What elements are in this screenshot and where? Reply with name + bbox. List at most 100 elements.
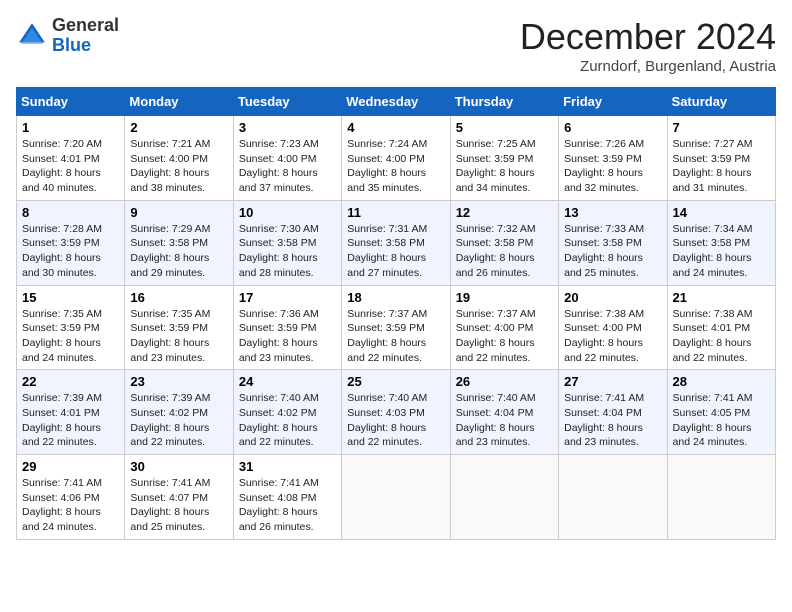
daylight-text: Daylight: 8 hoursand 25 minutes. (130, 505, 227, 534)
day-info: Sunrise: 7:23 AMSunset: 4:00 PMDaylight:… (239, 137, 336, 196)
calendar-cell: 23Sunrise: 7:39 AMSunset: 4:02 PMDayligh… (125, 370, 233, 455)
day-number: 8 (22, 205, 119, 220)
daylight-text: Daylight: 8 hoursand 23 minutes. (130, 336, 227, 365)
sunrise-text: Sunrise: 7:41 AM (239, 476, 336, 491)
sunset-text: Sunset: 3:58 PM (564, 236, 661, 251)
daylight-text: Daylight: 8 hoursand 23 minutes. (239, 336, 336, 365)
calendar-cell: 26Sunrise: 7:40 AMSunset: 4:04 PMDayligh… (450, 370, 558, 455)
day-number: 3 (239, 120, 336, 135)
sunset-text: Sunset: 4:04 PM (564, 406, 661, 421)
day-info: Sunrise: 7:32 AMSunset: 3:58 PMDaylight:… (456, 222, 553, 281)
day-number: 30 (130, 459, 227, 474)
day-info: Sunrise: 7:20 AMSunset: 4:01 PMDaylight:… (22, 137, 119, 196)
day-info: Sunrise: 7:41 AMSunset: 4:04 PMDaylight:… (564, 391, 661, 450)
day-info: Sunrise: 7:41 AMSunset: 4:08 PMDaylight:… (239, 476, 336, 535)
day-number: 23 (130, 374, 227, 389)
daylight-text: Daylight: 8 hoursand 22 minutes. (347, 421, 444, 450)
sunset-text: Sunset: 3:58 PM (130, 236, 227, 251)
calendar-cell (667, 455, 775, 540)
sunrise-text: Sunrise: 7:41 AM (564, 391, 661, 406)
sunset-text: Sunset: 4:00 PM (347, 152, 444, 167)
daylight-text: Daylight: 8 hoursand 35 minutes. (347, 166, 444, 195)
daylight-text: Daylight: 8 hoursand 26 minutes. (239, 505, 336, 534)
day-info: Sunrise: 7:30 AMSunset: 3:58 PMDaylight:… (239, 222, 336, 281)
day-number: 9 (130, 205, 227, 220)
sunset-text: Sunset: 3:58 PM (673, 236, 770, 251)
daylight-text: Daylight: 8 hoursand 22 minutes. (456, 336, 553, 365)
calendar-cell: 18 Sunrise: 7:37 AMSunset: 3:59 PMDayligh… (342, 285, 450, 370)
sunrise-text: Sunrise: 7:40 AM (347, 391, 444, 406)
calendar-cell: 20Sunrise: 7:38 AMSunset: 4:00 PMDayligh… (559, 285, 667, 370)
calendar-cell: 17Sunrise: 7:36 AMSunset: 3:59 PMDayligh… (233, 285, 341, 370)
day-number: 20 (564, 290, 661, 305)
day-info: Sunrise: 7:34 AMSunset: 3:58 PMDaylight:… (673, 222, 770, 281)
sunrise-text: Sunrise: 7:28 AM (22, 222, 119, 237)
weekday-header-monday: Monday (125, 88, 233, 116)
day-info: Sunrise: 7:37 AMSunset: 3:59 PMDaylight:… (347, 307, 444, 366)
day-number: 13 (564, 205, 661, 220)
daylight-text: Daylight: 8 hoursand 22 minutes. (239, 421, 336, 450)
day-number: 22 (22, 374, 119, 389)
daylight-text: Daylight: 8 hoursand 38 minutes. (130, 166, 227, 195)
sunrise-text: Sunrise: 7:27 AM (673, 137, 770, 152)
month-title: December 2024 (520, 16, 776, 58)
sunrise-text: Sunrise: 7:39 AM (22, 391, 119, 406)
day-number: 2 (130, 120, 227, 135)
sunset-text: Sunset: 4:00 PM (130, 152, 227, 167)
sunset-text: Sunset: 3:58 PM (239, 236, 336, 251)
calendar-cell: 21 Sunrise: 7:38 AMSunset: 4:01 PMDayligh… (667, 285, 775, 370)
day-number: 11 (347, 205, 444, 220)
calendar-cell: 3 Sunrise: 7:23 AMSunset: 4:00 PMDaylight… (233, 116, 341, 201)
sunset-text: Sunset: 4:04 PM (456, 406, 553, 421)
daylight-text: Daylight: 8 hoursand 22 minutes. (564, 336, 661, 365)
day-number: 25 (347, 374, 444, 389)
calendar-cell: 6Sunrise: 7:26 AMSunset: 3:59 PMDaylight… (559, 116, 667, 201)
day-number: 10 (239, 205, 336, 220)
sunset-text: Sunset: 3:58 PM (456, 236, 553, 251)
day-number: 21 (673, 290, 770, 305)
page-header: General Blue December 2024 Zurndorf, Bur… (16, 16, 776, 75)
calendar-cell: 27Sunrise: 7:41 AMSunset: 4:04 PMDayligh… (559, 370, 667, 455)
daylight-text: Daylight: 8 hoursand 29 minutes. (130, 251, 227, 280)
calendar-cell: 19Sunrise: 7:37 AMSunset: 4:00 PMDayligh… (450, 285, 558, 370)
logo: General Blue (16, 16, 119, 56)
day-number: 4 (347, 120, 444, 135)
title-block: December 2024 Zurndorf, Burgenland, Aust… (520, 16, 776, 75)
day-info: Sunrise: 7:26 AMSunset: 3:59 PMDaylight:… (564, 137, 661, 196)
day-number: 18 (347, 290, 444, 305)
daylight-text: Daylight: 8 hoursand 37 minutes. (239, 166, 336, 195)
calendar-cell: 13Sunrise: 7:33 AMSunset: 3:58 PMDayligh… (559, 200, 667, 285)
calendar-cell (559, 455, 667, 540)
day-info: Sunrise: 7:40 AMSunset: 4:03 PMDaylight:… (347, 391, 444, 450)
sunset-text: Sunset: 4:03 PM (347, 406, 444, 421)
daylight-text: Daylight: 8 hoursand 24 minutes. (22, 505, 119, 534)
day-info: Sunrise: 7:36 AMSunset: 3:59 PMDaylight:… (239, 307, 336, 366)
sunset-text: Sunset: 4:08 PM (239, 491, 336, 506)
calendar-week-3: 15Sunrise: 7:35 AMSunset: 3:59 PMDayligh… (17, 285, 776, 370)
sunset-text: Sunset: 4:00 PM (456, 321, 553, 336)
day-info: Sunrise: 7:37 AMSunset: 4:00 PMDaylight:… (456, 307, 553, 366)
calendar-cell: 12Sunrise: 7:32 AMSunset: 3:58 PMDayligh… (450, 200, 558, 285)
sunrise-text: Sunrise: 7:41 AM (22, 476, 119, 491)
sunset-text: Sunset: 3:59 PM (239, 321, 336, 336)
day-info: Sunrise: 7:21 AMSunset: 4:00 PMDaylight:… (130, 137, 227, 196)
calendar-cell: 4Sunrise: 7:24 AMSunset: 4:00 PMDaylight… (342, 116, 450, 201)
sunrise-text: Sunrise: 7:35 AM (130, 307, 227, 322)
sunset-text: Sunset: 3:59 PM (22, 321, 119, 336)
sunrise-text: Sunrise: 7:35 AM (22, 307, 119, 322)
calendar-cell: 31Sunrise: 7:41 AMSunset: 4:08 PMDayligh… (233, 455, 341, 540)
day-number: 5 (456, 120, 553, 135)
sunset-text: Sunset: 4:01 PM (673, 321, 770, 336)
day-info: Sunrise: 7:40 AMSunset: 4:02 PMDaylight:… (239, 391, 336, 450)
calendar-cell: 10 Sunrise: 7:30 AMSunset: 3:58 PMDayligh… (233, 200, 341, 285)
weekday-header-wednesday: Wednesday (342, 88, 450, 116)
sunrise-text: Sunrise: 7:40 AM (456, 391, 553, 406)
day-number: 16 (130, 290, 227, 305)
daylight-text: Daylight: 8 hoursand 22 minutes. (673, 336, 770, 365)
daylight-text: Daylight: 8 hoursand 22 minutes. (347, 336, 444, 365)
day-info: Sunrise: 7:41 AMSunset: 4:06 PMDaylight:… (22, 476, 119, 535)
day-info: Sunrise: 7:38 AMSunset: 4:01 PMDaylight:… (673, 307, 770, 366)
day-number: 28 (673, 374, 770, 389)
daylight-text: Daylight: 8 hoursand 23 minutes. (456, 421, 553, 450)
calendar-week-4: 22Sunrise: 7:39 AMSunset: 4:01 PMDayligh… (17, 370, 776, 455)
